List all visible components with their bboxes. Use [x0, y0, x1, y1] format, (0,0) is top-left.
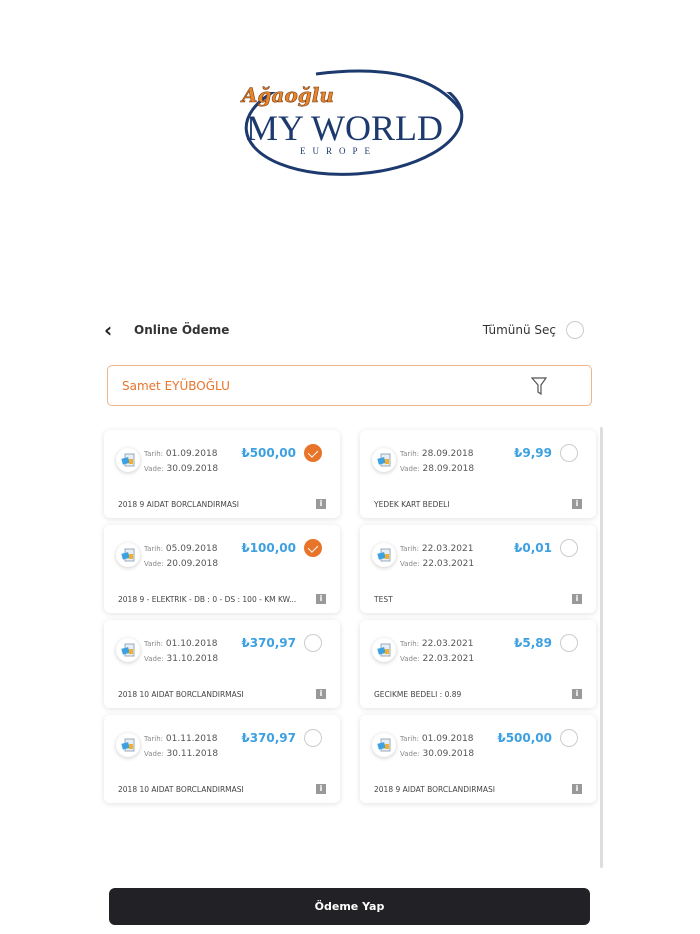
date-label: Tarih:	[144, 450, 164, 458]
pay-button[interactable]: Ödeme Yap	[109, 888, 590, 925]
select-all[interactable]: Tümünü Seç	[483, 321, 584, 339]
resident-search-input[interactable]: Samet EYÜBOĞLU	[107, 365, 592, 406]
invoice-date: 01.10.2018	[165, 639, 218, 649]
due-date: 30.09.2018	[422, 749, 475, 759]
due-label: Vade:	[144, 655, 164, 663]
invoice-icon	[116, 543, 140, 567]
date-label: Tarih:	[400, 735, 420, 743]
select-checkbox[interactable]	[304, 539, 322, 557]
payment-card[interactable]: Tarih: 01.11.2018 Vade: 30.11.2018 ₺370,…	[104, 715, 340, 803]
invoice-icon	[116, 733, 140, 757]
invoice-date: 01.11.2018	[165, 734, 218, 744]
due-date: 31.10.2018	[166, 654, 219, 664]
back-icon[interactable]: ‹	[104, 318, 128, 342]
due-label: Vade:	[400, 465, 420, 473]
select-checkbox[interactable]	[560, 634, 578, 652]
date-label: Tarih:	[400, 545, 420, 553]
amount: ₺500,00	[241, 446, 296, 460]
description: 2018 10 AIDAT BORCLANDIRMASI	[118, 785, 244, 794]
description: 2018 9 - ELEKTRIK - DB : 0 - DS : 100 - …	[118, 595, 297, 604]
logo: Ağaoğlu MY WORLD EUROPE	[236, 62, 466, 176]
due-date: 20.09.2018	[166, 559, 219, 569]
amount: ₺5,89	[514, 636, 552, 650]
amount: ₺0,01	[514, 541, 552, 555]
info-icon[interactable]: i	[572, 594, 582, 604]
payment-card[interactable]: Tarih: 05.09.2018 Vade: 20.09.2018 ₺100,…	[104, 525, 340, 613]
svg-text:EUROPE: EUROPE	[300, 146, 377, 156]
select-checkbox[interactable]	[560, 729, 578, 747]
invoice-icon	[116, 448, 140, 472]
select-checkbox[interactable]	[560, 539, 578, 557]
filter-icon[interactable]	[531, 376, 547, 396]
due-date: 22.03.2021	[422, 559, 475, 569]
due-date: 28.09.2018	[422, 464, 475, 474]
page-title: Online Ödeme	[134, 323, 230, 337]
date-label: Tarih:	[144, 640, 164, 648]
select-checkbox[interactable]	[304, 634, 322, 652]
select-all-checkbox[interactable]	[566, 321, 584, 339]
info-icon[interactable]: i	[316, 499, 326, 509]
date-label: Tarih:	[400, 450, 420, 458]
description: GECIKME BEDELI : 0.89	[374, 690, 462, 699]
payment-card[interactable]: Tarih: 28.09.2018 Vade: 28.09.2018 ₺9,99…	[360, 430, 596, 518]
info-icon[interactable]: i	[316, 784, 326, 794]
invoice-icon	[372, 638, 396, 662]
scrollbar[interactable]	[600, 427, 603, 868]
invoice-icon	[116, 638, 140, 662]
svg-text:MY WORLD: MY WORLD	[246, 108, 443, 148]
select-checkbox[interactable]	[560, 444, 578, 462]
info-icon[interactable]: i	[572, 689, 582, 699]
info-icon[interactable]: i	[572, 784, 582, 794]
due-label: Vade:	[400, 750, 420, 758]
amount: ₺100,00	[241, 541, 296, 555]
due-label: Vade:	[144, 750, 164, 758]
invoice-date: 01.09.2018	[421, 734, 474, 744]
invoice-date: 01.09.2018	[165, 449, 218, 459]
invoice-icon	[372, 733, 396, 757]
payment-card[interactable]: Tarih: 01.09.2018 Vade: 30.09.2018 ₺500,…	[104, 430, 340, 518]
payment-card[interactable]: Tarih: 22.03.2021 Vade: 22.03.2021 ₺5,89…	[360, 620, 596, 708]
due-date: 22.03.2021	[422, 654, 475, 664]
due-date: 30.09.2018	[166, 464, 219, 474]
due-label: Vade:	[400, 560, 420, 568]
payment-list: Tarih: 01.09.2018 Vade: 30.09.2018 ₺500,…	[104, 430, 596, 803]
amount: ₺9,99	[514, 446, 552, 460]
amount: ₺370,97	[241, 731, 296, 745]
select-all-label: Tümünü Seç	[482, 323, 556, 337]
description: 2018 10 AIDAT BORCLANDIRMASI	[118, 690, 244, 699]
info-icon[interactable]: i	[316, 594, 326, 604]
info-icon[interactable]: i	[572, 499, 582, 509]
resident-name: Samet EYÜBOĞLU	[122, 378, 230, 393]
page-header: ‹ Online Ödeme Tümünü Seç	[104, 318, 584, 342]
due-date: 30.11.2018	[166, 749, 219, 759]
invoice-date: 22.03.2021	[421, 639, 474, 649]
description: YEDEK KART BEDELI	[374, 500, 450, 509]
info-icon[interactable]: i	[316, 689, 326, 699]
invoice-date: 22.03.2021	[421, 544, 474, 554]
description: 2018 9 AIDAT BORCLANDIRMASI	[118, 500, 239, 509]
select-checkbox[interactable]	[304, 444, 322, 462]
due-label: Vade:	[144, 465, 164, 473]
payment-card[interactable]: Tarih: 01.09.2018 Vade: 30.09.2018 ₺500,…	[360, 715, 596, 803]
invoice-date: 05.09.2018	[165, 544, 218, 554]
payment-card[interactable]: Tarih: 22.03.2021 Vade: 22.03.2021 ₺0,01…	[360, 525, 596, 613]
description: 2018 9 AIDAT BORCLANDIRMASI	[374, 785, 495, 794]
date-label: Tarih:	[144, 545, 164, 553]
date-label: Tarih:	[400, 640, 420, 648]
due-label: Vade:	[400, 655, 420, 663]
select-checkbox[interactable]	[304, 729, 322, 747]
payment-card[interactable]: Tarih: 01.10.2018 Vade: 31.10.2018 ₺370,…	[104, 620, 340, 708]
invoice-icon	[372, 448, 396, 472]
amount: ₺500,00	[497, 731, 552, 745]
due-label: Vade:	[144, 560, 164, 568]
svg-text:Ağaoğlu: Ağaoğlu	[240, 83, 334, 107]
invoice-icon	[372, 543, 396, 567]
description: TEST	[374, 595, 393, 604]
date-label: Tarih:	[144, 735, 164, 743]
amount: ₺370,97	[241, 636, 296, 650]
invoice-date: 28.09.2018	[421, 449, 474, 459]
